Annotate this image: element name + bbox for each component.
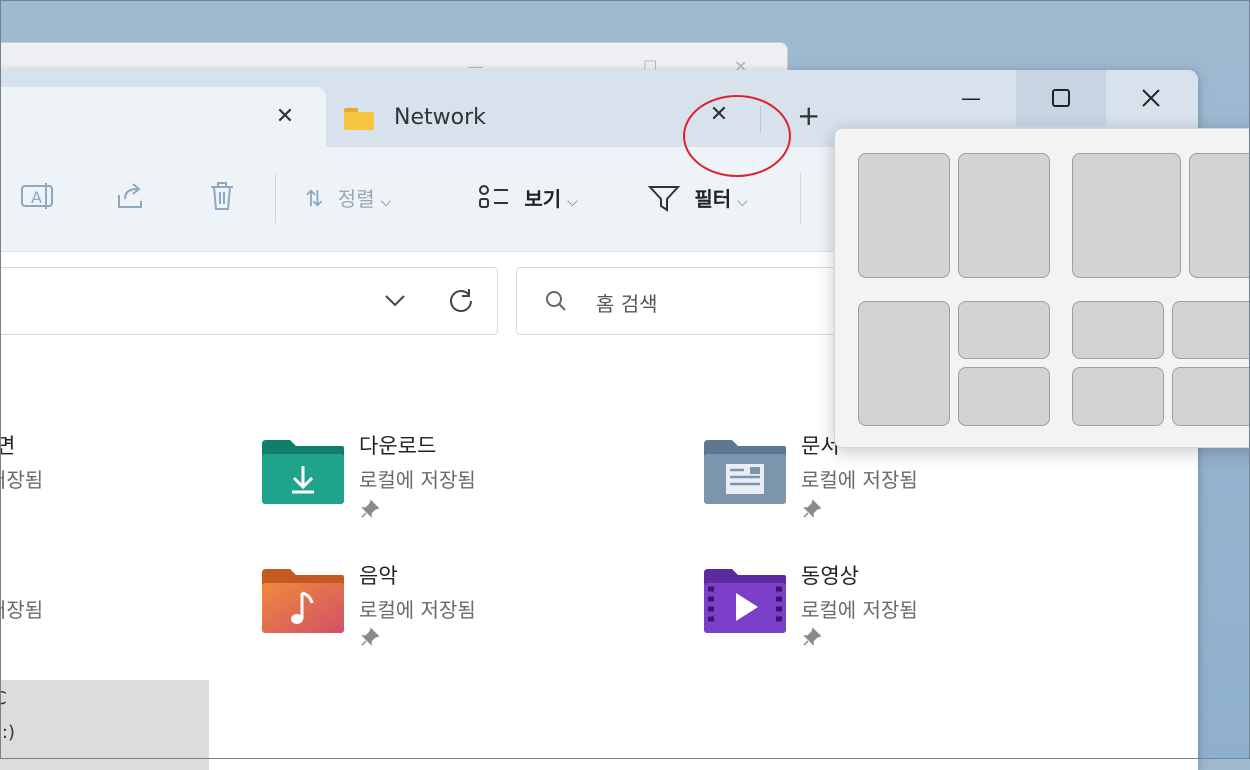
filter-icon <box>647 186 681 212</box>
quick-access-item-videos[interactable]: 동영상 로컬에 저장됨 <box>702 560 1002 660</box>
pin-icon <box>361 499 380 518</box>
rename-icon[interactable]: A <box>20 179 54 213</box>
downloads-folder-icon <box>262 440 344 504</box>
search-box[interactable]: 홈 검색 <box>516 267 858 335</box>
snap-zone[interactable] <box>1172 301 1250 359</box>
item-title: 음악 <box>359 564 398 588</box>
drive-item-selected[interactable]: C c:) <box>0 680 209 770</box>
snap-zone[interactable] <box>858 301 950 426</box>
tab-home[interactable]: ✕ <box>0 87 326 147</box>
item-subtitle: 로컬에 저장됨 <box>359 598 476 622</box>
sort-button[interactable]: ⇅ 정렬 ⌵ <box>305 183 391 212</box>
chevron-down-icon[interactable] <box>384 294 406 308</box>
search-placeholder: 홈 검색 <box>596 292 658 316</box>
view-button[interactable]: 보기 ⌵ <box>478 183 578 212</box>
tab-network-label: Network <box>394 105 486 130</box>
view-icon <box>479 185 508 208</box>
snap-zone[interactable] <box>1189 153 1250 278</box>
documents-folder-icon <box>704 440 786 504</box>
snap-zone[interactable] <box>958 153 1050 278</box>
maximize-icon <box>1052 89 1070 107</box>
highlight-circle <box>683 95 791 177</box>
toolbar-separator <box>275 173 276 223</box>
toolbar-separator <box>800 173 801 223</box>
refresh-icon[interactable] <box>447 287 475 315</box>
chevron-down-icon: ⌵ <box>380 194 392 210</box>
snap-zone[interactable] <box>958 367 1050 426</box>
close-icon <box>1142 89 1160 107</box>
quick-access-item-music[interactable]: 음악 로컬에 저장됨 <box>260 560 560 660</box>
item-subtitle: 로컬에 저장됨 <box>801 598 918 622</box>
drive-sub: c:) <box>0 722 15 743</box>
filter-label: 필터 <box>694 187 732 211</box>
item-title: 다운로드 <box>359 434 437 458</box>
music-folder-icon <box>262 569 344 633</box>
address-bar[interactable] <box>0 267 498 335</box>
maximize-button[interactable] <box>1016 70 1106 126</box>
search-icon <box>546 291 566 311</box>
item-title: 면 <box>0 434 16 458</box>
new-tab-button[interactable]: + <box>797 101 820 131</box>
sort-icon: ⇅ <box>305 187 324 212</box>
item-subtitle: 저장됨 <box>0 468 44 492</box>
pin-icon <box>803 627 822 646</box>
quick-access-item-pictures[interactable]: 저장됨 <box>0 560 240 650</box>
snap-zone[interactable] <box>1072 153 1181 278</box>
tab-close-icon[interactable]: ✕ <box>272 104 298 130</box>
snap-layouts-popup <box>834 128 1250 448</box>
snap-zone[interactable] <box>1072 301 1164 359</box>
drive-name: C <box>0 688 7 709</box>
quick-access-item-downloads[interactable]: 다운로드 로컬에 저장됨 <box>260 430 560 530</box>
quick-access-item-desktop[interactable]: 면 저장됨 <box>0 430 240 520</box>
delete-icon[interactable] <box>205 179 239 213</box>
snap-zone[interactable] <box>958 301 1050 359</box>
chevron-down-icon: ⌵ <box>737 194 748 210</box>
svg-text:A: A <box>31 188 42 207</box>
videos-folder-icon <box>704 569 786 633</box>
snap-zone[interactable] <box>858 153 950 278</box>
folder-icon <box>344 108 374 130</box>
pin-icon <box>803 499 822 518</box>
pin-icon <box>361 627 380 646</box>
sort-label: 정렬 <box>337 187 375 211</box>
view-label: 보기 <box>524 187 562 211</box>
item-title: 동영상 <box>801 564 859 588</box>
item-subtitle: 로컬에 저장됨 <box>359 468 476 492</box>
filter-button[interactable]: 필터 ⌵ <box>647 183 748 212</box>
chevron-down-icon: ⌵ <box>567 194 578 210</box>
item-subtitle: 저장됨 <box>0 598 44 622</box>
minimize-button[interactable]: — <box>926 70 1016 126</box>
snap-zone[interactable] <box>1172 367 1250 426</box>
item-subtitle: 로컬에 저장됨 <box>801 468 918 492</box>
snap-zone[interactable] <box>1072 367 1164 426</box>
share-icon[interactable] <box>113 179 147 213</box>
close-window-button[interactable] <box>1106 70 1196 126</box>
